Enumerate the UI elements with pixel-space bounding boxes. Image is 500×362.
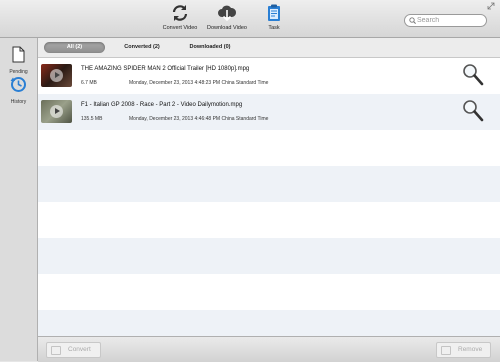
remove-button[interactable]: Remove (436, 342, 491, 358)
convert-button[interactable]: Convert (46, 342, 101, 358)
file-date: Monday, December 23, 2013 4:46:48 PM Chi… (129, 116, 269, 122)
sidebar-item-pending[interactable]: Pending (0, 46, 37, 75)
empty-row (38, 274, 500, 310)
sidebar-item-history[interactable]: History (0, 76, 37, 105)
bottom-bar: Convert Remove (38, 336, 500, 362)
filter-tabs: All (2) Converted (2) Downloaded (0) (38, 38, 500, 58)
magnifier-icon[interactable] (462, 99, 484, 123)
remove-icon (441, 346, 451, 355)
task-label: Task (268, 25, 280, 31)
tab-all[interactable]: All (2) (44, 42, 105, 53)
history-clock-icon (10, 77, 26, 92)
list-item[interactable]: F1 - Italian GP 2008 - Race - Part 2 - V… (38, 94, 500, 130)
empty-row (38, 310, 500, 336)
empty-row (38, 166, 500, 202)
search-input[interactable] (417, 15, 483, 26)
list-item[interactable]: THE AMAZING SPIDER MAN 2 Official Traile… (38, 58, 500, 94)
empty-row (38, 238, 500, 274)
remove-button-label: Remove (458, 346, 483, 353)
convert-icon (51, 346, 61, 355)
video-thumbnail (41, 64, 72, 87)
convert-refresh-icon (172, 5, 188, 21)
fullscreen-icon[interactable] (487, 2, 495, 10)
task-button[interactable]: Task (244, 3, 304, 31)
tab-downloaded[interactable]: Downloaded (0) (179, 42, 241, 53)
cloud-download-icon (218, 5, 237, 22)
empty-row (38, 202, 500, 238)
play-icon (50, 69, 63, 82)
play-icon (50, 105, 63, 118)
file-size: 6.7 MB (81, 80, 97, 86)
file-size: 135.5 MB (81, 116, 103, 122)
file-name: F1 - Italian GP 2008 - Race - Part 2 - V… (81, 102, 243, 108)
file-date: Monday, December 23, 2013 4:48:23 PM Chi… (129, 80, 269, 86)
file-name: THE AMAZING SPIDER MAN 2 Official Traile… (81, 66, 250, 72)
search-icon (409, 17, 416, 24)
clipboard-task-icon (268, 4, 280, 21)
empty-row (38, 130, 500, 166)
search-box[interactable] (404, 14, 487, 27)
toolbar: Convert Video Download Video Task (0, 0, 500, 38)
sidebar-item-label: Pending (9, 69, 28, 75)
convert-button-label: Convert (68, 346, 91, 353)
document-icon (12, 46, 25, 63)
sidebar-item-label: History (10, 99, 27, 105)
tab-converted[interactable]: Converted (2) (112, 42, 172, 53)
magnifier-icon[interactable] (462, 63, 484, 87)
sidebar: Pending History (0, 38, 38, 361)
video-thumbnail (41, 100, 72, 123)
file-list: THE AMAZING SPIDER MAN 2 Official Traile… (38, 58, 500, 336)
